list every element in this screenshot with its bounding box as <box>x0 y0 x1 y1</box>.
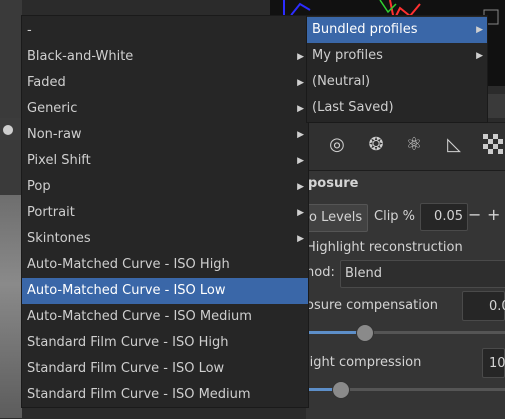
exposure-slider-knob[interactable] <box>355 324 374 342</box>
clip-increase-button[interactable]: + <box>487 205 500 224</box>
menu-item-label: Faded <box>27 75 66 90</box>
menu-item-my-profiles[interactable]: My profiles ▶ <box>307 43 487 69</box>
menu-item-separator[interactable]: - <box>22 18 308 44</box>
menu-item-label: Generic <box>27 101 78 116</box>
menu-item-label: Bundled profiles <box>312 22 418 37</box>
submenu-arrow-icon: ▶ <box>297 130 304 140</box>
menu-item-label: Non-raw <box>27 127 82 142</box>
menu-item-label: Black-and-White <box>27 49 134 64</box>
menu-item-label: Skintones <box>27 231 91 246</box>
clip-label: Clip % <box>374 209 416 224</box>
profiles-menu: Bundled profiles ▶ My profiles ▶ (Neutral) (L… <box>306 15 488 123</box>
image-preview <box>0 195 22 418</box>
menu-item-label: Auto-Matched Curve - ISO Medium <box>27 309 252 324</box>
exposure-compensation-field[interactable]: 0.0 <box>462 291 505 321</box>
highlight-slider-knob[interactable] <box>331 381 350 399</box>
highlight-compression-field[interactable]: 10 <box>482 348 505 378</box>
image-preview-area <box>0 0 22 418</box>
submenu-arrow-icon: ▶ <box>476 25 483 35</box>
submenu-arrow-icon: ▶ <box>297 156 304 166</box>
bundled-profiles-menu: - Black-and-White ▶ Faded ▶ Generic ▶ Non-raw ▶ P… <box>21 15 309 408</box>
menu-item-portrait[interactable]: Portrait ▶ <box>22 200 308 226</box>
menu-item-non-raw[interactable]: Non-raw ▶ <box>22 122 308 148</box>
menu-item-label: Pop <box>27 179 51 194</box>
atom-icon[interactable]: ⚛ <box>403 134 425 156</box>
menu-item-label: Standard Film Curve - ISO Medium <box>27 387 251 402</box>
indicator-dot-icon <box>3 125 13 135</box>
menu-item-bundled-profiles[interactable]: Bundled profiles ▶ <box>307 17 487 43</box>
clip-decrease-button[interactable]: − <box>468 205 481 224</box>
highlight-reconstruction-label[interactable]: Highlight reconstruction <box>306 240 463 255</box>
menu-item-label: My profiles <box>312 48 383 63</box>
menu-item-skintones[interactable]: Skintones ▶ <box>22 226 308 252</box>
menu-item-faded[interactable]: Faded ▶ <box>22 70 308 96</box>
color-circles-icon[interactable]: ❂ <box>365 134 387 156</box>
menu-item-generic[interactable]: Generic ▶ <box>22 96 308 122</box>
menu-item-pop[interactable]: Pop ▶ <box>22 174 308 200</box>
submenu-arrow-icon: ▶ <box>476 51 483 61</box>
menu-item-neutral[interactable]: (Neutral) <box>307 69 487 95</box>
submenu-arrow-icon: ▶ <box>297 104 304 114</box>
exposure-compensation-label: osure compensation <box>306 298 439 313</box>
submenu-arrow-icon: ▶ <box>297 52 304 62</box>
exposure-title: posure <box>308 176 359 191</box>
submenu-arrow-icon: ▶ <box>297 234 304 244</box>
method-label: hod: <box>306 265 335 280</box>
menu-item-label: Auto-Matched Curve - ISO Low <box>27 283 226 298</box>
menu-item-standard-film-curve-iso-medium[interactable]: Standard Film Curve - ISO Medium <box>22 382 308 408</box>
method-select[interactable]: Blend <box>340 260 505 288</box>
circle-target-icon[interactable]: ◎ <box>326 134 348 156</box>
menu-item-standard-film-curve-iso-high[interactable]: Standard Film Curve - ISO High <box>22 330 308 356</box>
menu-item-label: Auto-Matched Curve - ISO High <box>27 257 230 272</box>
menu-item-label: Standard Film Curve - ISO High <box>27 335 229 350</box>
highlight-compression-label: light compression <box>306 355 422 370</box>
checkerboard-icon[interactable] <box>482 134 504 156</box>
menu-item-label: Standard Film Curve - ISO Low <box>27 361 225 376</box>
menu-item-label: Portrait <box>27 205 75 220</box>
menu-item-auto-matched-curve-iso-low[interactable]: Auto-Matched Curve - ISO Low <box>22 278 308 304</box>
menu-item-auto-matched-curve-iso-high[interactable]: Auto-Matched Curve - ISO High <box>22 252 308 278</box>
ruler-triangle-icon[interactable]: ◺ <box>443 134 465 156</box>
menu-item-label: Pixel Shift <box>27 153 91 168</box>
menu-item-label: (Neutral) <box>312 74 371 89</box>
menu-item-label: (Last Saved) <box>312 100 394 115</box>
menu-item-last-saved[interactable]: (Last Saved) <box>307 95 487 121</box>
submenu-arrow-icon: ▶ <box>297 78 304 88</box>
submenu-arrow-icon: ▶ <box>297 208 304 218</box>
submenu-arrow-icon: ▶ <box>297 182 304 192</box>
menu-item-label: - <box>27 23 32 38</box>
auto-levels-button[interactable]: o Levels <box>306 204 368 232</box>
menu-item-pixel-shift[interactable]: Pixel Shift ▶ <box>22 148 308 174</box>
clip-percent-field[interactable]: 0.05 <box>420 203 468 231</box>
menu-item-auto-matched-curve-iso-medium[interactable]: Auto-Matched Curve - ISO Medium <box>22 304 308 330</box>
menu-item-standard-film-curve-iso-low[interactable]: Standard Film Curve - ISO Low <box>22 356 308 382</box>
menu-item-black-and-white[interactable]: Black-and-White ▶ <box>22 44 308 70</box>
